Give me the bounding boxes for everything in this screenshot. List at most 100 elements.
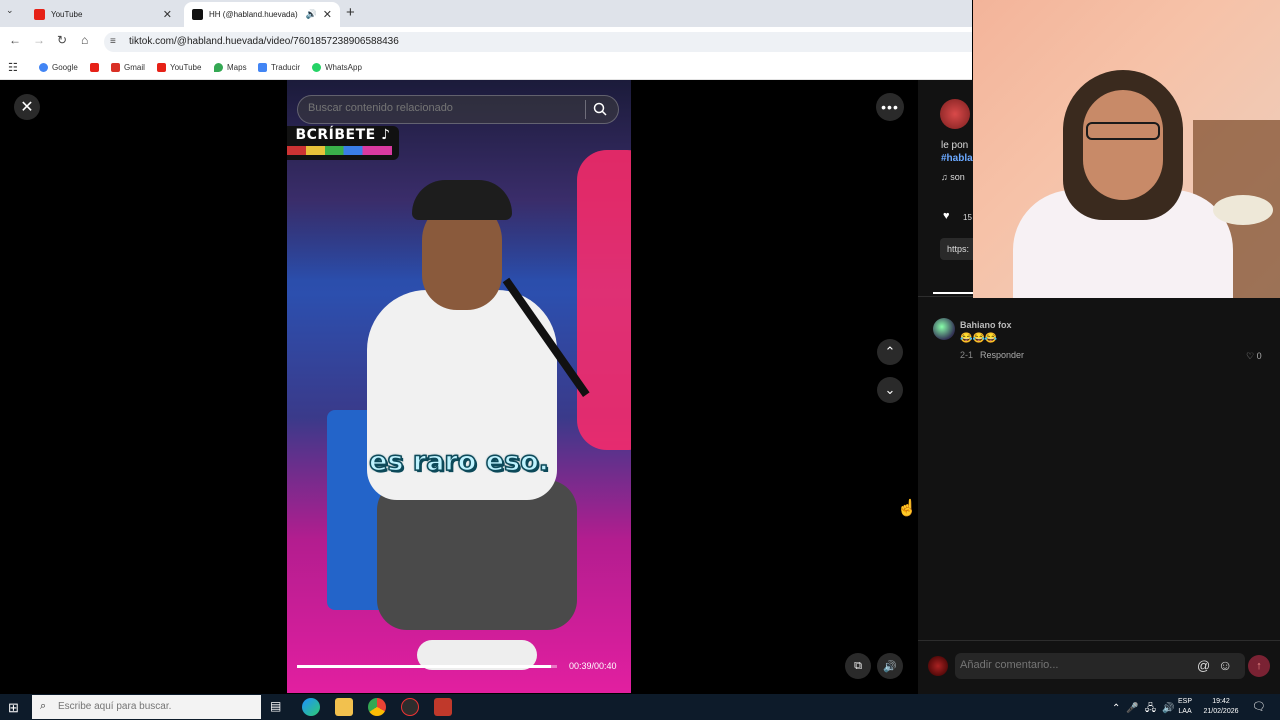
home-icon[interactable]: ⌂ [81,33,88,47]
volume-icon[interactable]: 🔊 [877,653,903,679]
lang-layout: LAA [1178,708,1192,715]
app-icon[interactable] [434,698,452,716]
bookmark-whatsapp[interactable]: WhatsApp [312,61,362,73]
search-icon[interactable] [592,101,608,122]
video-description: le pon [941,140,969,151]
emoji-icon[interactable]: ☺ [1218,657,1232,673]
panel-bottom-divider [918,640,1280,641]
task-view-icon[interactable]: ▤ [270,699,281,713]
bookmark-label: WhatsApp [325,62,362,72]
webcam-person-glasses [1086,122,1160,140]
bookmark-google[interactable]: Google [39,61,78,73]
bookmark-label: Maps [227,62,247,72]
forward-icon[interactable]: → [33,33,45,47]
back-icon[interactable]: ← [9,33,21,47]
bookmark-label: Gmail [124,62,145,72]
youtube-icon [157,62,166,72]
bookmark-traducir[interactable]: Traducir [258,61,300,73]
subscribe-banner-stripe [287,146,392,155]
comment-date: 2-1 [960,350,974,360]
comment-avatar[interactable] [933,318,955,340]
comment-author[interactable]: Bahiano fox [960,320,1012,330]
tiktok-favicon-icon [192,9,203,20]
webcam-plate [1213,195,1273,225]
user-avatar[interactable] [928,656,948,676]
comment-input[interactable] [960,659,1180,671]
close-tab-icon[interactable]: ✕ [163,8,172,21]
lang-code: ESP [1178,698,1193,705]
video-time: 00:39/00:40 [569,661,617,671]
webcam-overlay [973,0,1280,298]
tab-title: YouTube [51,10,83,19]
language-indicator[interactable]: ESP LAA [1178,697,1192,717]
whatsapp-icon [312,62,321,72]
clock-time: 19:42 [1212,698,1230,705]
gmail-icon [111,62,120,72]
bookmark-youtube-icon-only[interactable] [90,61,99,73]
taskbar-search-input[interactable] [58,701,253,712]
webcam-person-face [1083,90,1163,200]
like-count: 15 [963,213,972,222]
active-tab-indicator [933,292,973,294]
bookmark-youtube[interactable]: YouTube [157,61,201,73]
tab-tiktok[interactable]: HH (@habland.huevada) | T 🔊 ✕ [184,2,340,27]
author-avatar[interactable] [940,99,970,129]
heart-outline-icon: ♡ [1246,351,1255,361]
sound-link[interactable]: ♫ son [941,172,965,182]
video-player[interactable]: BCRÍBETE ♪ es raro eso. [287,80,631,693]
chevron-up-icon[interactable]: ⌃ [877,339,903,365]
translate-icon [258,62,267,72]
tab-title: HH (@habland.huevada) | T [209,10,300,19]
close-tab-icon[interactable]: ✕ [323,8,332,21]
audio-icon[interactable]: 🔊 [306,9,317,20]
edge-icon[interactable] [302,698,320,716]
reload-icon[interactable]: ↻ [57,33,67,47]
pip-icon[interactable]: ⧉ [845,653,871,679]
bookmark-gmail[interactable]: Gmail [111,61,145,73]
maps-pin-icon [214,62,223,72]
video-caption: es raro eso. [368,445,549,478]
bookmark-label: YouTube [170,62,202,72]
comment-like[interactable]: ♡ 0 [1246,351,1262,362]
sound-name: son [950,172,965,182]
video-progress-fill [297,665,551,668]
at-icon[interactable]: @ [1197,658,1210,673]
hashtag-link[interactable]: #habla [941,153,973,164]
tab-youtube[interactable]: YouTube ✕ [26,2,180,27]
obs-icon[interactable] [401,698,419,716]
heart-icon[interactable]: ♥ [943,210,950,222]
chevron-down-icon[interactable]: ⌄ [877,377,903,403]
system-tray-icons[interactable]: ⌃🎤🖧🔊 [1112,701,1180,718]
comment-text: 😂😂😂 [960,333,998,344]
apps-icon[interactable]: ☷ [8,61,18,74]
bookmarks-bar [0,56,972,80]
site-info-icon[interactable]: ≡ [110,36,116,47]
close-icon[interactable]: ✕ [14,94,40,120]
taskbar-clock[interactable]: 19:42 21/02/2026 [1200,697,1242,717]
tab-list-chevron-icon[interactable]: ⌄ [6,5,14,16]
video-person-cap [412,180,512,220]
related-search-input[interactable] [308,102,578,114]
google-icon [39,62,48,72]
video-person-legs [377,480,577,630]
search-icon: ⌕ [40,700,47,712]
file-explorer-icon[interactable] [335,698,353,716]
more-icon[interactable]: ••• [876,93,904,121]
youtube-icon [90,62,99,72]
url-text[interactable]: tiktok.com/@habland.huevada/video/760185… [129,36,399,47]
chrome-icon[interactable] [368,698,386,716]
search-divider [585,100,586,119]
bookmark-maps[interactable]: Maps [214,61,247,73]
copy-link-text[interactable]: https: [947,244,969,254]
music-icon: ♫ [941,172,951,182]
new-tab-button[interactable]: + [346,4,355,21]
windows-icon[interactable]: ⊞ [8,700,19,716]
notifications-icon[interactable]: 🗨 [1252,700,1266,713]
subscribe-banner-text: BCRÍBETE ♪ [295,127,391,143]
bookmark-label: Google [52,62,78,72]
youtube-favicon-icon [34,9,45,20]
comment-reply-button[interactable]: Responder [980,350,1024,360]
bookmark-label: Traducir [271,62,301,72]
comment-like-count: 0 [1256,351,1262,361]
send-icon[interactable]: ↑ [1248,655,1270,677]
